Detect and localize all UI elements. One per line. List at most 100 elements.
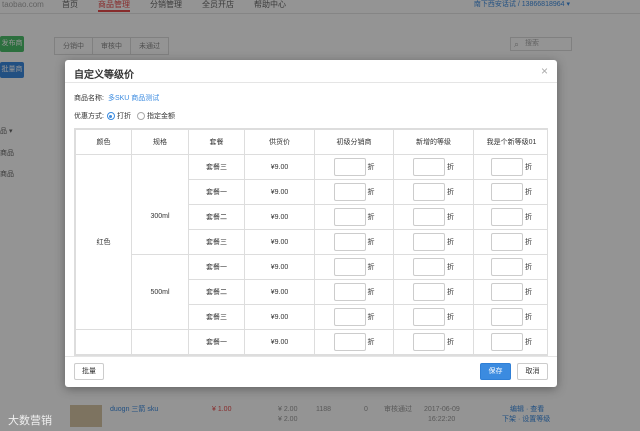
discount-input[interactable] bbox=[413, 158, 445, 176]
level-input-cell: 折 bbox=[393, 304, 474, 330]
column-header-level-new: 新增的等级 bbox=[393, 129, 474, 155]
unit-label: 折 bbox=[367, 339, 375, 346]
discount-input[interactable] bbox=[413, 258, 445, 276]
discount-input[interactable] bbox=[413, 333, 445, 351]
unit-label: 折 bbox=[367, 264, 375, 271]
level-input-cell: 折 bbox=[314, 254, 394, 280]
level-input-cell: 折 bbox=[473, 179, 547, 205]
discount-input[interactable] bbox=[333, 233, 366, 251]
unit-label: 折 bbox=[525, 164, 532, 171]
unit-label: 折 bbox=[525, 264, 532, 271]
discount-input[interactable] bbox=[491, 283, 523, 301]
discount-method-label: 优惠方式: bbox=[74, 113, 104, 120]
product-name-link[interactable]: 多SKU 商品测试 bbox=[108, 93, 159, 103]
supply-price-cell: ¥9.00 bbox=[244, 304, 315, 330]
level-input-cell: 折 bbox=[473, 254, 547, 280]
radio-checked-icon[interactable] bbox=[106, 112, 115, 120]
level-input-cell: 折 bbox=[393, 229, 474, 255]
discount-input[interactable] bbox=[333, 158, 366, 176]
column-header-color: 颜色 bbox=[75, 129, 132, 155]
dialog-footer: 批量 保存 取消 bbox=[65, 356, 557, 387]
package-cell: 套餐二 bbox=[188, 204, 245, 230]
level-input-cell: 折 bbox=[393, 154, 474, 180]
level-input-cell: 折 bbox=[473, 304, 547, 330]
discount-input[interactable] bbox=[333, 283, 366, 301]
radio-icon[interactable] bbox=[136, 112, 145, 120]
level-input-cell: 折 bbox=[314, 229, 394, 255]
unit-label: 折 bbox=[447, 314, 454, 321]
unit-label: 折 bbox=[525, 339, 532, 346]
level-input-cell: 折 bbox=[393, 204, 474, 230]
unit-label: 折 bbox=[447, 189, 454, 196]
discount-input[interactable] bbox=[491, 233, 523, 251]
discount-input[interactable] bbox=[413, 233, 445, 251]
level-input-cell: 折 bbox=[393, 279, 474, 305]
unit-label: 折 bbox=[525, 289, 532, 296]
batch-button[interactable]: 批量 bbox=[74, 363, 104, 380]
fixed-amount-option[interactable]: 指定金额 bbox=[136, 111, 175, 121]
discount-input[interactable] bbox=[491, 258, 523, 276]
discount-input[interactable] bbox=[413, 183, 445, 201]
level-input-cell: 折 bbox=[314, 154, 394, 180]
discount-input[interactable] bbox=[333, 308, 366, 326]
level-input-cell: 折 bbox=[314, 304, 394, 330]
level-input-cell: 折 bbox=[314, 204, 394, 230]
table-header-row: 颜色 规格 套餐 供货价 初级分销商 新增的等级 我是个新等级01 bbox=[75, 129, 547, 155]
unit-label: 折 bbox=[367, 239, 375, 246]
unit-label: 折 bbox=[447, 339, 454, 346]
discount-input[interactable] bbox=[491, 158, 523, 176]
column-header-supply-price: 供货价 bbox=[244, 129, 315, 155]
discount-input[interactable] bbox=[333, 258, 366, 276]
level-input-cell: 折 bbox=[473, 279, 547, 305]
level-price-table: 颜色 规格 套餐 供货价 初级分销商 新增的等级 我是个新等级01 红色 套餐三… bbox=[75, 129, 547, 355]
discount-input[interactable] bbox=[333, 183, 366, 201]
unit-label: 折 bbox=[367, 289, 375, 296]
table-row: 500ml 套餐一 ¥9.00 折 折 折 bbox=[76, 254, 547, 330]
spec-cell: 500ml bbox=[131, 254, 189, 330]
discount-option-label: 打折 bbox=[116, 113, 131, 120]
package-cell: 套餐一 bbox=[188, 179, 245, 205]
level-input-cell: 折 bbox=[314, 329, 394, 355]
watermark: 大数营销 bbox=[8, 415, 52, 427]
level-price-table-container[interactable]: 颜色 规格 套餐 供货价 初级分销商 新增的等级 我是个新等级01 红色 套餐三… bbox=[74, 128, 548, 356]
discount-input[interactable] bbox=[333, 208, 366, 226]
package-cell: 套餐一 bbox=[188, 329, 245, 355]
unit-label: 折 bbox=[525, 314, 532, 321]
discount-input[interactable] bbox=[491, 208, 523, 226]
discount-input[interactable] bbox=[413, 308, 445, 326]
cancel-button[interactable]: 取消 bbox=[517, 363, 548, 380]
unit-label: 折 bbox=[447, 214, 454, 221]
table-row: 套餐一 ¥9.00 折 折 折 bbox=[75, 329, 547, 355]
fixed-amount-option-label: 指定金额 bbox=[146, 113, 175, 120]
level-input-cell: 折 bbox=[393, 179, 474, 205]
level-input-cell: 折 bbox=[473, 154, 547, 180]
close-icon[interactable]: × bbox=[541, 65, 548, 77]
unit-label: 折 bbox=[525, 214, 532, 221]
level-input-cell: 折 bbox=[393, 254, 474, 280]
discount-input[interactable] bbox=[491, 308, 523, 326]
level-input-cell: 折 bbox=[473, 329, 547, 355]
spec-cell bbox=[131, 154, 189, 180]
unit-label: 折 bbox=[367, 314, 375, 321]
color-cell: 红色 bbox=[75, 154, 132, 330]
discount-input[interactable] bbox=[491, 333, 523, 351]
discount-input[interactable] bbox=[413, 208, 445, 226]
dialog-title: 自定义等级价 bbox=[74, 70, 134, 81]
level-input-cell: 折 bbox=[314, 279, 394, 305]
unit-label: 折 bbox=[367, 189, 375, 196]
column-header-package: 套餐 bbox=[188, 129, 245, 155]
spec-cell bbox=[131, 329, 189, 355]
discount-input[interactable] bbox=[333, 333, 366, 351]
discount-input[interactable] bbox=[413, 283, 445, 301]
discount-input[interactable] bbox=[491, 183, 523, 201]
supply-price-cell: ¥9.00 bbox=[244, 279, 315, 305]
unit-label: 折 bbox=[447, 239, 454, 246]
save-button[interactable]: 保存 bbox=[480, 363, 511, 380]
unit-label: 折 bbox=[447, 164, 454, 171]
level-input-cell: 折 bbox=[314, 179, 394, 205]
product-name-label: 商品名称: bbox=[74, 95, 104, 102]
unit-label: 折 bbox=[367, 214, 375, 221]
supply-price-cell: ¥9.00 bbox=[244, 229, 315, 255]
discount-option[interactable]: 打折 bbox=[106, 111, 131, 121]
level-input-cell: 折 bbox=[473, 204, 547, 230]
